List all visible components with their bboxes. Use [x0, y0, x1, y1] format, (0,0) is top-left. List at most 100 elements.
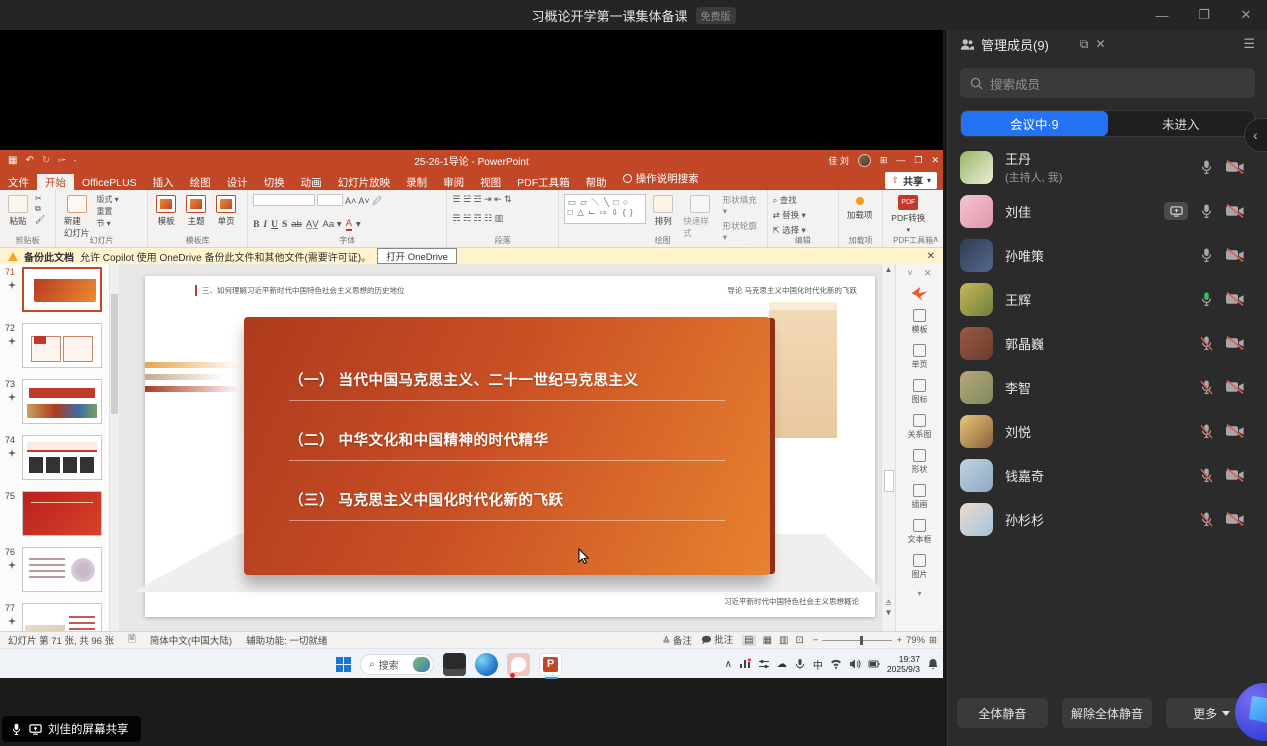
oplus-item[interactable]: 文本框	[896, 519, 943, 545]
redo-icon[interactable]: ↻	[42, 155, 50, 166]
camera-icon[interactable]	[1225, 292, 1245, 306]
comments-button[interactable]: 🗩 批注	[701, 632, 733, 649]
mic-icon[interactable]	[1199, 159, 1214, 176]
member-row[interactable]: 王丹 (主持人, 我)	[948, 145, 1267, 189]
camera-icon[interactable]	[1225, 512, 1245, 526]
fit-window-icon[interactable]: ⊞	[929, 635, 937, 646]
collapse-ribbon-icon[interactable]: ∧	[932, 234, 939, 245]
camera-icon[interactable]	[1225, 380, 1245, 394]
restore-button[interactable]: ❐	[1183, 0, 1225, 30]
notification-bell-icon[interactable]	[927, 658, 939, 670]
tray-mic-icon[interactable]	[794, 658, 806, 670]
copy-icon[interactable]: ⧉	[35, 204, 45, 214]
tell-me-search[interactable]: 操作说明搜索	[615, 168, 707, 190]
minimize-button[interactable]: —	[1141, 0, 1183, 30]
zoom-level[interactable]: 79%	[906, 635, 925, 646]
canvas-scrollbar[interactable]: ▲ ≛ ▼	[881, 264, 895, 631]
ppt-restore-icon[interactable]: ❐	[914, 155, 922, 166]
mic-icon[interactable]	[1199, 423, 1214, 440]
edge-browser-icon[interactable]	[475, 653, 498, 676]
section-button[interactable]: 节 ▾	[96, 218, 118, 229]
meeting-app-icon[interactable]	[507, 653, 530, 676]
member-row[interactable]: 王辉	[948, 277, 1267, 321]
language-status[interactable]: 简体中文(中国大陆)	[150, 633, 232, 647]
font-name-select[interactable]	[253, 194, 315, 206]
open-onedrive-button[interactable]: 打开 OneDrive	[377, 248, 457, 264]
template-button[interactable]: 模板	[153, 194, 179, 228]
quick-styles-button[interactable]: 快速样式	[680, 194, 719, 240]
oplus-collapse-icon[interactable]: ˅	[908, 268, 913, 279]
oplus-item[interactable]: 插画	[896, 484, 943, 510]
member-row[interactable]: 郭晶巍	[948, 321, 1267, 365]
member-row[interactable]: 孙杉杉	[948, 497, 1267, 541]
mic-icon[interactable]	[1199, 511, 1214, 528]
font-size-select[interactable]	[317, 194, 343, 206]
arrange-button[interactable]: 排列	[650, 194, 676, 228]
panel-footer-button[interactable]: 全体静音	[957, 698, 1048, 728]
popout-panel-icon[interactable]: ⧉	[1080, 37, 1089, 52]
oplus-item[interactable]: 图片	[896, 554, 943, 580]
member-row[interactable]: 孙唯策	[948, 233, 1267, 277]
font-format-buttons[interactable]: BIUS abA̲V̲Aa ▾ A▾	[253, 218, 361, 231]
oplus-item[interactable]: 关系图	[896, 414, 943, 440]
mic-icon[interactable]	[1199, 335, 1214, 352]
qat-menu-icon[interactable]: 🖙	[58, 155, 65, 166]
oplus-item[interactable]: 图标	[896, 379, 943, 405]
ribbon-display-icon[interactable]: ⊞	[880, 155, 888, 166]
file-explorer-icon[interactable]	[443, 653, 466, 676]
zoom-out-icon[interactable]: −	[813, 635, 819, 646]
wifi-icon[interactable]	[830, 658, 842, 670]
slide-thumbnail[interactable]: 76	[0, 544, 109, 600]
paste-button[interactable]: 粘贴	[5, 194, 31, 228]
shape-fill-button[interactable]: 形状填充 ▾	[723, 194, 762, 217]
zoom-slider[interactable]	[822, 640, 892, 641]
slideshow-view-icon[interactable]: ⊡	[796, 635, 804, 646]
member-row[interactable]: 刘佳	[948, 189, 1267, 233]
slide-thumbnail[interactable]: 77	[0, 600, 109, 631]
next-slide-button[interactable]: ▼	[882, 608, 895, 617]
camera-icon[interactable]	[1225, 424, 1245, 438]
mic-icon[interactable]	[1199, 203, 1214, 220]
shape-gallery[interactable]: ▭ ▱ ＼ ╲ □ ○□ △ ⌙ ⇨ ⇩ { }	[564, 194, 647, 224]
ppt-share-button[interactable]: ⇧ 共享▾	[885, 172, 937, 189]
tray-expand-icon[interactable]: ∧	[725, 659, 732, 670]
mic-icon[interactable]	[1199, 467, 1214, 484]
undo-icon[interactable]: ↶	[25, 155, 33, 166]
ppt-minimize-icon[interactable]: —	[896, 155, 905, 165]
slide-thumbnail[interactable]: 73	[0, 376, 109, 432]
ime-indicator[interactable]: 中	[813, 657, 823, 672]
slide-thumbnail[interactable]: 75	[0, 488, 109, 544]
align-buttons[interactable]: ☴ ☵ ☶ ☷ ▥	[452, 213, 503, 224]
taskbar-search[interactable]: ⌕ 搜索	[360, 654, 434, 675]
format-painter-icon[interactable]: 🖌	[35, 215, 45, 224]
oplus-item[interactable]: 模板	[896, 309, 943, 335]
cut-icon[interactable]: ✂	[35, 194, 45, 203]
member-search-input[interactable]: 搜索成员	[960, 68, 1255, 98]
onedrive-cloud-icon[interactable]: ☁	[777, 659, 787, 670]
mic-icon[interactable]	[1199, 379, 1214, 396]
find-button[interactable]: ⌕ 查找	[773, 194, 806, 206]
member-tab[interactable]: 未进入	[1108, 111, 1255, 136]
scroll-up-icon[interactable]: ▲	[882, 264, 895, 276]
settings-toggles-icon[interactable]	[758, 658, 770, 670]
member-row[interactable]: 钱嘉奇	[948, 453, 1267, 497]
powerpoint-taskbar-icon[interactable]	[539, 653, 562, 676]
oplus-close-icon[interactable]: ✕	[924, 268, 932, 279]
new-slide-button[interactable]: 新建 幻灯片	[61, 194, 93, 240]
sorter-view-icon[interactable]: ▦	[763, 635, 772, 646]
slide-thumbnail[interactable]: 72	[0, 320, 109, 376]
oplus-more-icon[interactable]: ▾	[896, 589, 943, 598]
volume-icon[interactable]	[849, 658, 861, 670]
member-row[interactable]: 李智	[948, 365, 1267, 409]
start-button[interactable]	[336, 657, 351, 672]
thumbnail-scrollbar[interactable]	[110, 264, 119, 631]
close-button[interactable]: ✕	[1225, 0, 1267, 30]
previous-slide-button[interactable]: ≛	[882, 599, 895, 608]
camera-icon[interactable]	[1225, 248, 1245, 262]
accessibility-status[interactable]: 辅助功能: 一切就绪	[246, 633, 327, 647]
qat-more-icon[interactable]: ⸱	[74, 153, 77, 167]
close-panel-icon[interactable]: ✕	[1095, 37, 1105, 51]
mic-icon[interactable]	[1199, 291, 1214, 308]
slide-thumbnail[interactable]: 71	[0, 264, 109, 320]
performance-icon[interactable]	[739, 658, 751, 670]
